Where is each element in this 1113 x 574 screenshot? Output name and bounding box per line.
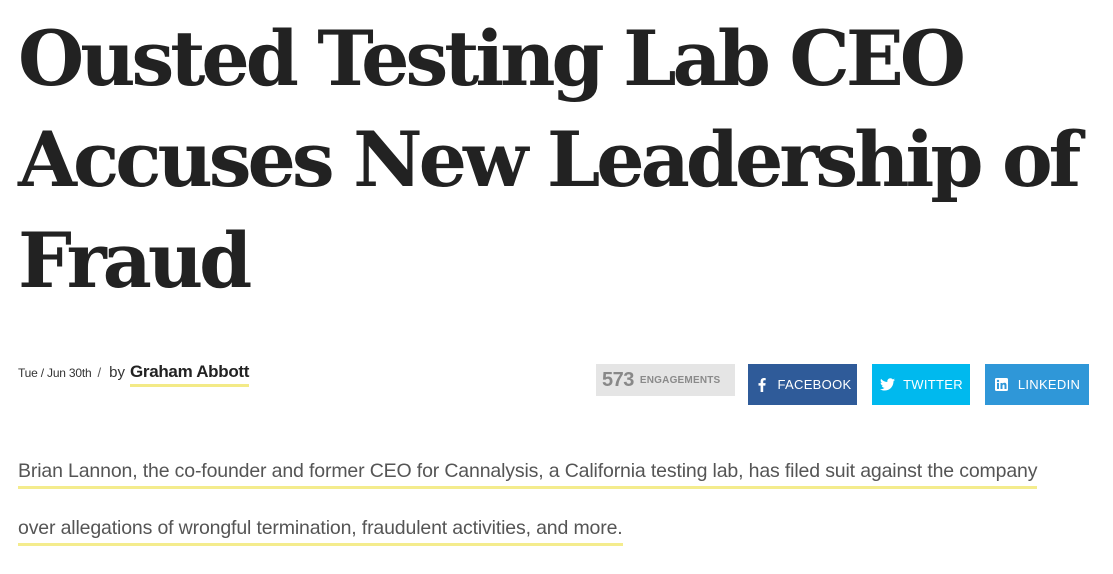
linkedin-icon bbox=[994, 377, 1010, 393]
linkedin-share-button[interactable]: LINKEDIN bbox=[985, 364, 1089, 405]
engagement-label: ENGAGEMENTS bbox=[639, 374, 721, 386]
author-link[interactable]: Graham Abbott bbox=[129, 362, 249, 387]
twitter-share-button[interactable]: TWITTER bbox=[872, 364, 970, 405]
byline: Tue / Jun 30th / by Graham Abbott bbox=[18, 362, 249, 387]
linkedin-label: LINKEDIN bbox=[1017, 377, 1081, 392]
lede-line: Brian Lannon, the co-founder and former … bbox=[18, 456, 1037, 489]
article-headline: Ousted Testing Lab CEO Accuses New Leade… bbox=[18, 14, 1081, 305]
byline-separator: / bbox=[97, 365, 102, 380]
facebook-share-button[interactable]: FACEBOOK bbox=[748, 364, 857, 405]
engagements-badge: 573 ENGAGEMENTS bbox=[596, 364, 735, 396]
twitter-label: TWITTER bbox=[903, 377, 963, 392]
twitter-icon bbox=[879, 377, 895, 393]
engagement-count: 573 bbox=[602, 368, 634, 391]
facebook-label: FACEBOOK bbox=[777, 377, 852, 392]
by-label: by bbox=[109, 364, 125, 381]
facebook-icon bbox=[754, 377, 770, 393]
publish-date: Tue / Jun 30th bbox=[18, 366, 92, 380]
lede-line: over allegations of wrongful termination… bbox=[18, 513, 623, 546]
article-lede: Brian Lannon, the co-founder and former … bbox=[18, 443, 1093, 557]
